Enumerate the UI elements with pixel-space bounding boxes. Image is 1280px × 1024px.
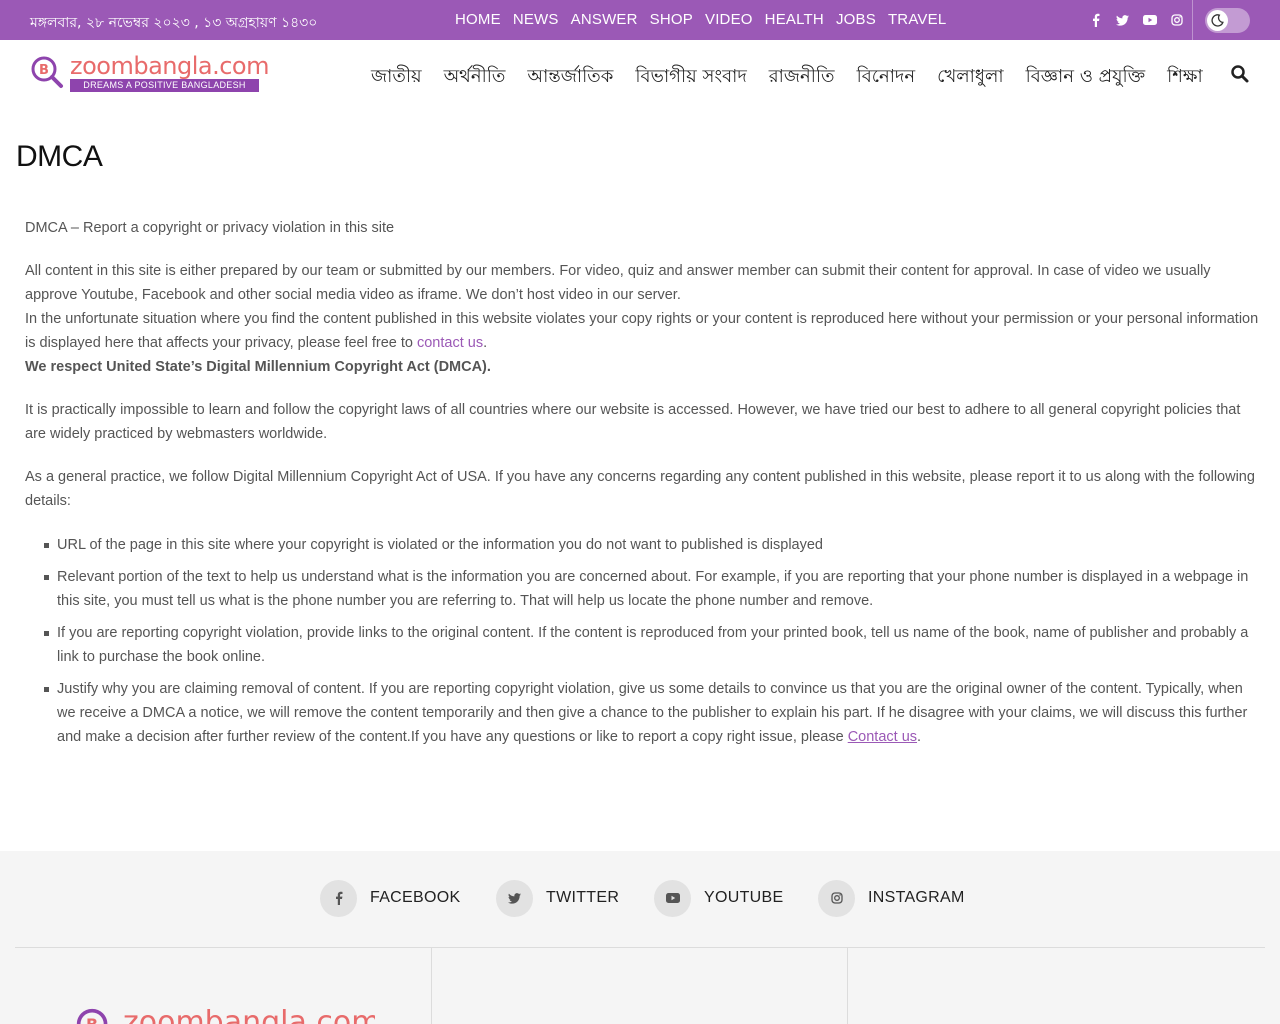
nav-science-tech[interactable]: বিজ্ঞান ও প্রযুক্তি bbox=[1015, 62, 1157, 93]
youtube-icon[interactable] bbox=[1139, 10, 1160, 30]
footer-instagram-link[interactable]: INSTAGRAM bbox=[818, 879, 965, 917]
content-policy-paragraph: All content in this site is either prepa… bbox=[25, 263, 1211, 303]
copyright-laws-paragraph: It is practically impossible to learn an… bbox=[25, 402, 1241, 442]
general-practice-paragraph: As a general practice, we follow Digital… bbox=[25, 469, 1255, 509]
top-nav-news[interactable]: NEWS bbox=[507, 11, 565, 28]
nav-international[interactable]: আন্তর্জাতিক bbox=[516, 62, 624, 93]
top-bar-divider bbox=[1192, 0, 1193, 40]
intro-paragraph: DMCA – Report a copyright or privacy vio… bbox=[25, 220, 395, 236]
page-title: DMCA bbox=[16, 140, 103, 173]
footer-facebook-label: FACEBOOK bbox=[370, 889, 461, 906]
footer-logo-name: zoombangla.com bbox=[123, 1005, 375, 1024]
bullet-icon bbox=[44, 543, 49, 548]
nav-divisional-news[interactable]: বিভাগীয় সংবাদ bbox=[624, 62, 757, 93]
nav-politics[interactable]: রাজনীতি bbox=[758, 62, 846, 93]
youtube-icon bbox=[654, 879, 691, 917]
contact-us-link-bottom[interactable]: Contact us bbox=[848, 729, 917, 745]
footer-youtube-label: YOUTUBE bbox=[704, 889, 784, 906]
logo-mark-icon: B bbox=[76, 1008, 108, 1024]
current-date: মঙ্গলবার, ২৮ নভেম্বর ২০২৩ , ১৩ অগ্রহায়ণ… bbox=[30, 15, 318, 31]
instagram-icon[interactable] bbox=[1166, 10, 1187, 30]
main-nav: জাতীয় অর্থনীতি আন্তর্জাতিক বিভাগীয় সংব… bbox=[360, 62, 1214, 93]
list-item: URL of the page in this site where your … bbox=[44, 533, 1260, 557]
top-nav-shop[interactable]: SHOP bbox=[644, 11, 699, 28]
violation-text: In the unfortunate situation where you f… bbox=[25, 311, 1259, 351]
violation-paragraph: In the unfortunate situation where you f… bbox=[25, 307, 1260, 355]
moon-icon bbox=[1207, 10, 1228, 31]
nav-economy[interactable]: অর্থনীতি bbox=[433, 62, 517, 93]
nav-education[interactable]: শিক্ষা bbox=[1156, 62, 1214, 93]
logo-tagline: DREAMS A POSITIVE BANGLADESH bbox=[70, 79, 259, 92]
top-nav: HOME NEWS ANSWER SHOP VIDEO HEALTH JOBS … bbox=[449, 11, 952, 28]
footer-column-divider bbox=[431, 947, 432, 1024]
top-nav-video[interactable]: VIDEO bbox=[699, 11, 759, 28]
facebook-icon[interactable] bbox=[1085, 10, 1106, 30]
list-item-text-end: . bbox=[917, 729, 922, 745]
list-item: Relevant portion of the text to help us … bbox=[44, 565, 1260, 613]
facebook-icon bbox=[320, 879, 357, 917]
top-nav-home[interactable]: HOME bbox=[449, 11, 507, 28]
nav-national[interactable]: জাতীয় bbox=[360, 62, 433, 93]
footer-youtube-link[interactable]: YOUTUBE bbox=[654, 879, 784, 917]
list-item-text: Justify why you are claiming removal of … bbox=[57, 681, 1248, 745]
footer-widgets: B zoombangla.com bbox=[0, 947, 1280, 1024]
list-item: Justify why you are claiming removal of … bbox=[44, 677, 1260, 749]
dmca-respect-statement: We respect United State’s Digital Millen… bbox=[25, 359, 491, 375]
footer-logo[interactable]: B zoombangla.com bbox=[75, 1005, 375, 1024]
logo-mark-icon: B bbox=[31, 56, 63, 88]
search-icon[interactable] bbox=[1230, 64, 1252, 86]
contact-us-link[interactable]: contact us bbox=[417, 335, 483, 351]
top-nav-travel[interactable]: TRAVEL bbox=[882, 11, 952, 28]
top-social-links bbox=[1085, 10, 1187, 30]
site-header: B zoombangla.com DREAMS A POSITIVE BANGL… bbox=[0, 40, 1280, 108]
list-item-text: URL of the page in this site where your … bbox=[57, 537, 823, 553]
dark-mode-toggle[interactable] bbox=[1205, 8, 1250, 33]
footer-instagram-label: INSTAGRAM bbox=[868, 889, 965, 906]
top-nav-answer[interactable]: ANSWER bbox=[565, 11, 644, 28]
list-item: If you are reporting copyright violation… bbox=[44, 621, 1260, 669]
svg-text:B: B bbox=[39, 63, 49, 78]
top-bar: মঙ্গলবার, ২৮ নভেম্বর ২০২৩ , ১৩ অগ্রহায়ণ… bbox=[0, 0, 1280, 40]
twitter-icon[interactable] bbox=[1112, 10, 1133, 30]
list-item-text: If you are reporting copyright violation… bbox=[57, 625, 1249, 665]
footer-facebook-link[interactable]: FACEBOOK bbox=[320, 879, 461, 917]
nav-sports[interactable]: খেলাধুলা bbox=[926, 62, 1014, 93]
article-content: DMCA – Report a copyright or privacy vio… bbox=[25, 216, 1260, 757]
instagram-icon bbox=[818, 879, 855, 917]
footer-twitter-label: TWITTER bbox=[546, 889, 620, 906]
bullet-icon bbox=[44, 631, 49, 636]
bullet-icon bbox=[44, 687, 49, 692]
top-nav-jobs[interactable]: JOBS bbox=[830, 11, 882, 28]
violation-text-end: . bbox=[483, 335, 488, 351]
twitter-icon bbox=[496, 879, 533, 917]
top-nav-health[interactable]: HEALTH bbox=[759, 11, 830, 28]
footer-divider bbox=[15, 947, 1265, 948]
nav-entertainment[interactable]: বিনোদন bbox=[846, 62, 927, 93]
site-logo[interactable]: B zoombangla.com DREAMS A POSITIVE BANGL… bbox=[30, 52, 270, 94]
bullet-icon bbox=[44, 575, 49, 580]
list-item-text: Relevant portion of the text to help us … bbox=[57, 569, 1249, 609]
footer-twitter-link[interactable]: TWITTER bbox=[496, 879, 620, 917]
footer-column-divider bbox=[847, 947, 848, 1024]
logo-name: zoombangla.com bbox=[70, 52, 270, 80]
footer-social-bar: FACEBOOK TWITTER YOUTUBE INSTAGRAM bbox=[0, 851, 1280, 947]
svg-text:B: B bbox=[86, 1015, 98, 1024]
report-details-list: URL of the page in this site where your … bbox=[25, 533, 1260, 749]
